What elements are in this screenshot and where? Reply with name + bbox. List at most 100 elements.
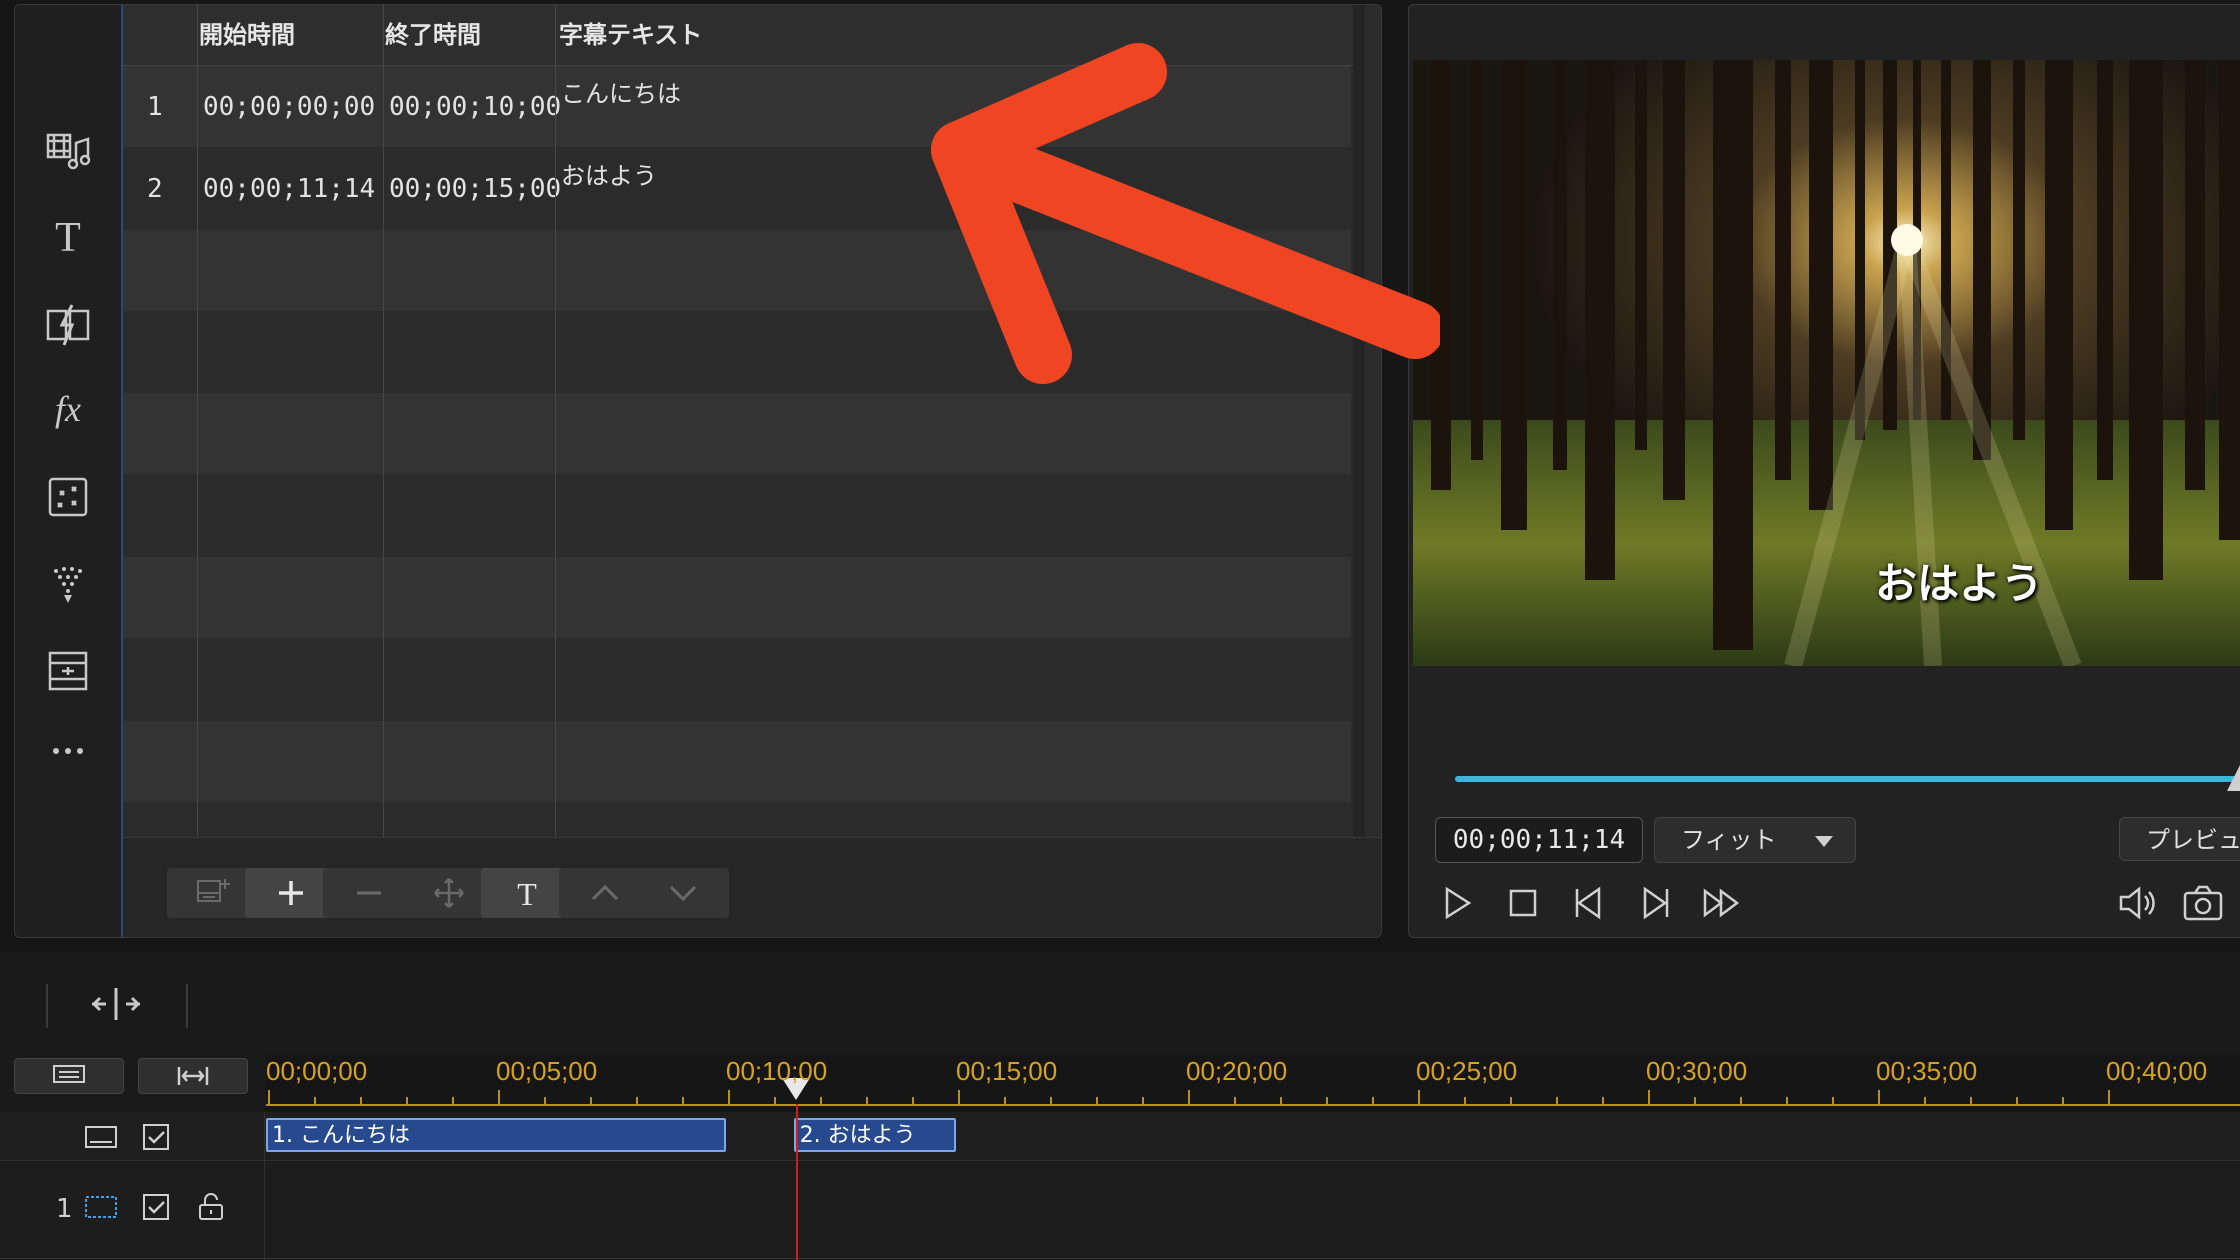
ruler-tick [590,1097,592,1105]
media-library-icon[interactable] [38,121,98,181]
col-end-time[interactable]: 終了時間 [385,5,481,65]
ruler-tick [1648,1090,1651,1105]
effects-icon[interactable]: fx [38,379,98,439]
ruler-tick [1694,1097,1697,1105]
add-track-button[interactable] [14,1058,124,1094]
room-sidebar: T fx [15,5,123,937]
ruler-tick [866,1097,868,1105]
track-number: 1 [56,1194,73,1224]
fit-dropdown[interactable]: フィット [1654,817,1856,863]
ruler-label: 00;35;00 [1876,1056,1978,1086]
ruler-tick [268,1090,270,1105]
ruler-tick [958,1090,960,1105]
svg-text:fx: fx [55,389,81,429]
particle-icon[interactable] [38,467,98,527]
table-row-empty [123,803,1351,837]
ruler-tick [406,1097,408,1105]
fit-timeline-button[interactable] [138,1058,248,1094]
snapshot-camera-icon[interactable] [2181,881,2225,925]
video-track-checkbox[interactable] [140,1192,174,1226]
row-end-time[interactable]: 00;00;10;00 [389,92,561,122]
annotation-arrow [931,43,1440,384]
split-icon[interactable] [88,982,144,1026]
row-subtitle-text[interactable]: おはよう [561,156,657,191]
subtitle-room-icon[interactable] [38,641,98,701]
title-icon[interactable]: T [38,207,98,267]
video-track-icon [84,1192,118,1226]
col-subtitle-text[interactable]: 字幕テキスト [559,5,702,65]
ruler-tick [1510,1097,1513,1105]
preview-timecode[interactable]: 00;00;11;14 [1435,817,1643,863]
ruler-label: 00;40;00 [2106,1056,2208,1086]
preview-seek-bar[interactable] [1455,776,2240,782]
subtitle-toolbar: T [123,837,1381,937]
volume-icon[interactable] [2115,881,2159,925]
table-row-empty [123,639,1351,720]
ruler-tick [1280,1097,1283,1105]
row-end-time[interactable]: 00;00;15;00 [389,174,561,204]
stop-button[interactable] [1501,881,1545,925]
subtitle-track[interactable]: 1. こんにちは 2. おはよう [0,1112,2240,1161]
toolbar-divider [186,984,188,1028]
ruler-tick [1142,1097,1145,1105]
preview-video[interactable]: おはよう [1413,60,2240,666]
move-down-button[interactable] [637,868,729,918]
ruler-label: 00;10;00 [726,1056,828,1086]
toolbar-divider [46,984,48,1028]
table-row-empty [123,475,1351,556]
transition-icon[interactable] [38,295,98,355]
column-divider [197,5,198,837]
ruler-tick [2016,1097,2019,1105]
ruler-label: 00;05;00 [496,1056,598,1086]
play-button[interactable] [1435,881,1479,925]
subtitle-clip[interactable]: 1. こんにちは [266,1118,726,1152]
remove-subtitle-button[interactable] [323,868,415,918]
ruler-tick [636,1097,638,1105]
subtitle-track-icon [84,1122,118,1156]
subtitle-track-checkbox[interactable] [140,1122,174,1156]
ruler-label: 00;20;00 [1186,1056,1288,1086]
seek-handle[interactable] [2227,763,2240,791]
row-subtitle-text[interactable]: こんにちは [561,74,681,109]
fit-dropdown-label: フィット [1681,826,1777,854]
row-start-time[interactable]: 00;00;00;00 [203,92,375,122]
col-start-time[interactable]: 開始時間 [199,5,295,65]
ruler-tick [1832,1097,1835,1105]
preview-quality-button[interactable]: プレビュ [2119,817,2240,861]
ruler-tick [1786,1097,1789,1105]
ruler-tick [1188,1090,1191,1105]
row-index: 2 [147,174,163,204]
ruler-tick [2062,1097,2065,1105]
previous-frame-button[interactable] [1567,881,1611,925]
ruler-tick [774,1097,776,1105]
track-header-divider [264,1112,265,1260]
ruler-label: 00;25;00 [1416,1056,1518,1086]
more-icon[interactable] [38,721,98,781]
ruler-tick [1924,1097,1927,1105]
ruler-tick [682,1097,684,1105]
ruler-tick [314,1097,316,1105]
lock-icon[interactable] [194,1192,228,1226]
preview-panel: おはよう 00;00;11;14 フィット プレビュ [1408,4,2240,938]
fast-forward-button[interactable] [1699,881,1743,925]
ruler-tick [912,1097,914,1105]
ruler-tick [360,1097,362,1105]
ruler-tick [498,1090,500,1105]
svg-text:T: T [517,876,537,911]
table-row-empty [123,721,1351,802]
ruler-tick [544,1097,546,1105]
column-divider [383,5,384,837]
ruler-label: 00;15;00 [956,1056,1058,1086]
playhead-line[interactable] [795,1104,798,1260]
next-frame-button[interactable] [1633,881,1677,925]
video-track-1[interactable]: 1 [0,1162,2240,1259]
particle-brush-icon[interactable] [38,553,98,613]
ruler-tick [1418,1090,1421,1105]
ruler-tick [1740,1097,1743,1105]
subtitle-clip[interactable]: 2. おはよう [793,1118,956,1152]
ruler-label: 00;30;00 [1646,1056,1748,1086]
ruler-tick [1326,1097,1329,1105]
ruler-tick [1096,1097,1099,1105]
preview-subtitle-text: おはよう [1875,559,2044,608]
row-start-time[interactable]: 00;00;11;14 [203,174,375,204]
